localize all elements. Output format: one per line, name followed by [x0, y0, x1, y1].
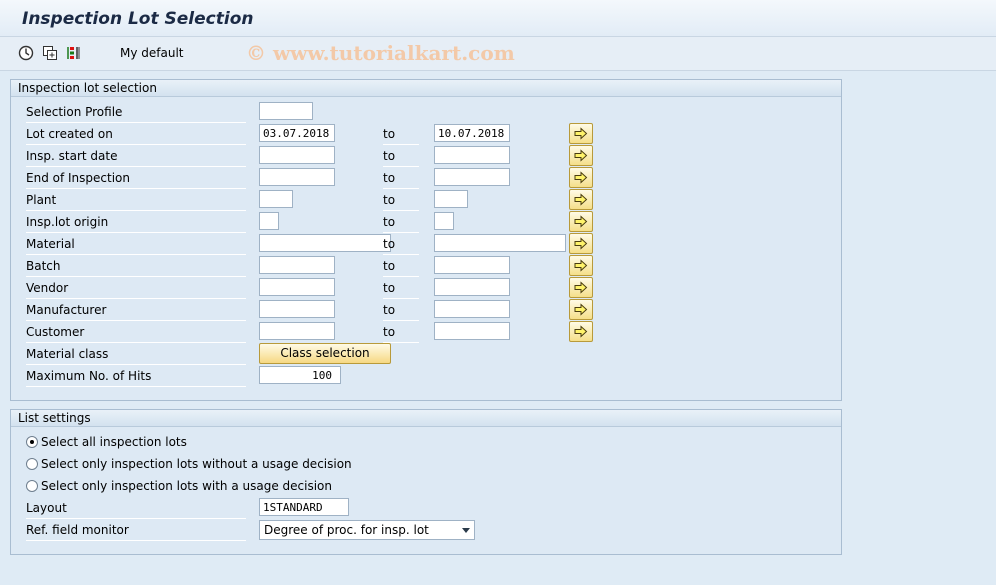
radio-label: Select only inspection lots without a us… [41, 457, 352, 471]
field-label: Ref. field monitor [26, 520, 246, 541]
multiple-selection-button[interactable] [569, 277, 593, 298]
application-toolbar: My default © www.tutorialkart.com [0, 37, 996, 71]
field-label: Lot created on [26, 124, 246, 145]
multiple-selection-button[interactable] [569, 123, 593, 144]
watermark-text: © www.tutorialkart.com [246, 41, 515, 65]
to-label: to [383, 124, 419, 145]
vendor-to-input[interactable] [434, 278, 510, 296]
layout-input[interactable] [259, 498, 349, 516]
batch-from-input[interactable] [259, 256, 335, 274]
title-bar: Inspection Lot Selection [0, 0, 996, 37]
field-label: Maximum No. of Hits [26, 366, 246, 387]
class-selection-button[interactable]: Class selection [259, 343, 391, 364]
lot-origin-from-input[interactable] [259, 212, 279, 230]
customer-from-input[interactable] [259, 322, 335, 340]
radio-label: Select all inspection lots [41, 435, 187, 449]
to-label: to [383, 212, 419, 233]
to-label: to [383, 190, 419, 211]
insp-start-to-input[interactable] [434, 146, 510, 164]
inspection-lot-selection-group: Inspection lot selection Selection Profi… [10, 79, 842, 401]
field-label: Layout [26, 498, 246, 519]
multiple-selection-button[interactable] [569, 145, 593, 166]
manufacturer-from-input[interactable] [259, 300, 335, 318]
chevron-down-icon [462, 528, 470, 533]
field-label: Manufacturer [26, 300, 246, 321]
field-label: Insp. start date [26, 146, 246, 167]
lot-created-from-input[interactable] [259, 124, 335, 142]
field-label: Selection Profile [26, 102, 246, 123]
to-label: to [383, 234, 419, 255]
material-to-input[interactable] [434, 234, 566, 252]
field-label: Material class [26, 344, 246, 365]
get-variant-icon[interactable] [42, 45, 58, 61]
page-title: Inspection Lot Selection [22, 9, 254, 29]
variant-label: My default [120, 46, 184, 60]
multiple-selection-button[interactable] [569, 167, 593, 188]
customer-to-input[interactable] [434, 322, 510, 340]
list-settings-group: List settings Select all inspection lots… [10, 409, 842, 555]
material-from-input[interactable] [259, 234, 391, 252]
field-label: Batch [26, 256, 246, 277]
end-inspection-to-input[interactable] [434, 168, 510, 186]
multiple-selection-button[interactable] [569, 211, 593, 232]
field-label: Plant [26, 190, 246, 211]
field-label: End of Inspection [26, 168, 246, 189]
vendor-from-input[interactable] [259, 278, 335, 296]
to-label: to [383, 256, 419, 277]
multiple-selection-button[interactable] [569, 299, 593, 320]
maximum-hits-input[interactable] [259, 366, 341, 384]
field-label: Vendor [26, 278, 246, 299]
execute-icon[interactable] [18, 45, 34, 61]
lot-created-to-input[interactable] [434, 124, 510, 142]
selection-options-icon[interactable] [66, 45, 82, 61]
lot-origin-to-input[interactable] [434, 212, 454, 230]
field-label: Insp.lot origin [26, 212, 246, 233]
multiple-selection-button[interactable] [569, 233, 593, 254]
radio-label: Select only inspection lots with a usage… [41, 479, 332, 493]
insp-start-from-input[interactable] [259, 146, 335, 164]
radio-button[interactable] [26, 436, 38, 448]
multiple-selection-button[interactable] [569, 321, 593, 342]
plant-from-input[interactable] [259, 190, 293, 208]
to-label: to [383, 168, 419, 189]
dropdown-value: Degree of proc. for insp. lot [264, 523, 429, 537]
field-label: Material [26, 234, 246, 255]
plant-to-input[interactable] [434, 190, 468, 208]
to-label: to [383, 278, 419, 299]
radio-button[interactable] [26, 458, 38, 470]
end-inspection-from-input[interactable] [259, 168, 335, 186]
to-label: to [383, 300, 419, 321]
batch-to-input[interactable] [434, 256, 510, 274]
group-title: List settings [11, 410, 841, 427]
multiple-selection-button[interactable] [569, 255, 593, 276]
radio-button[interactable] [26, 480, 38, 492]
group-title: Inspection lot selection [11, 80, 841, 97]
to-label: to [383, 322, 419, 343]
selection-profile-input[interactable] [259, 102, 313, 120]
ref-field-monitor-dropdown[interactable]: Degree of proc. for insp. lot [259, 520, 475, 540]
to-label: to [383, 146, 419, 167]
field-label: Customer [26, 322, 246, 343]
multiple-selection-button[interactable] [569, 189, 593, 210]
manufacturer-to-input[interactable] [434, 300, 510, 318]
